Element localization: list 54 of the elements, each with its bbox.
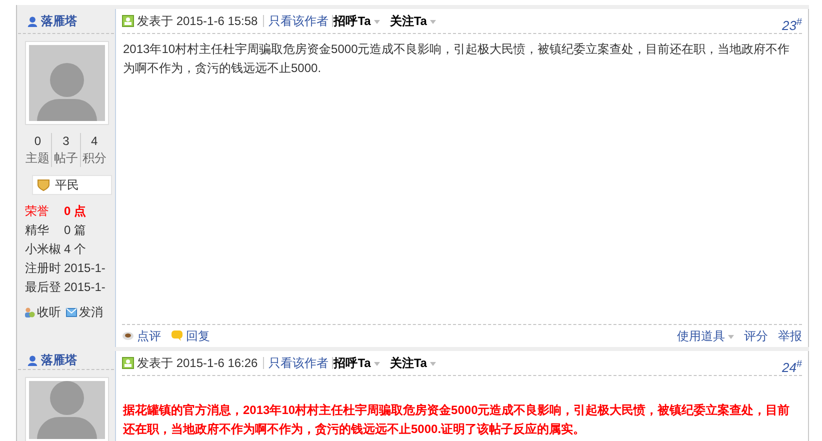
profile-field-label: 精华 xyxy=(25,222,50,239)
post-status-icon xyxy=(122,357,134,369)
follow-link[interactable]: 关注Ta xyxy=(390,354,436,372)
speech-bubble-icon xyxy=(171,330,183,341)
stat-label[interactable]: 主题 xyxy=(26,150,50,167)
tools-link[interactable]: 使用道具 xyxy=(677,326,734,344)
profile-field-label: 最后登 xyxy=(25,279,61,296)
profile-field-value: 2015-1- xyxy=(64,260,106,277)
caret-icon xyxy=(374,20,380,24)
stat-label[interactable]: 帖子 xyxy=(54,150,78,167)
stat-value[interactable]: 4 xyxy=(90,133,98,150)
profile-field-label: 注册时 xyxy=(25,260,61,277)
people-icon xyxy=(24,306,35,318)
floor-number[interactable]: 24$^{#}$ xyxy=(782,358,802,378)
caret-icon xyxy=(728,334,734,338)
profile-field-value: 2015-1- xyxy=(64,279,106,296)
floor-number[interactable]: 23$^{#}$ xyxy=(782,16,802,36)
rate-link[interactable]: 评分 xyxy=(744,326,768,344)
comment-link[interactable]: 点评 xyxy=(122,326,161,344)
caret-icon xyxy=(430,20,436,24)
greet-link[interactable]: 招呼Ta xyxy=(334,354,380,372)
caret-icon xyxy=(430,362,436,366)
profile-field-label: 小米椒 xyxy=(25,241,61,258)
user-icon xyxy=(27,354,38,366)
shield-icon xyxy=(37,179,50,191)
caret-icon xyxy=(374,362,380,366)
author-name[interactable]: 落雁塔 xyxy=(41,12,77,30)
author-name[interactable]: 落雁塔 xyxy=(41,351,77,369)
reply-link[interactable]: 回复 xyxy=(171,326,210,344)
profile-field-value: 4 个 xyxy=(64,241,86,258)
message-link[interactable]: 发消 xyxy=(66,303,103,321)
stat-label[interactable]: 积分 xyxy=(82,150,106,167)
stat-value[interactable]: 0 xyxy=(34,133,41,150)
user-icon xyxy=(27,16,38,26)
only-author-link[interactable]: 只看该作者 xyxy=(268,12,329,30)
only-author-link[interactable]: 只看该作者 xyxy=(268,354,329,372)
rank-label: 平民 xyxy=(55,177,79,194)
profile-field-label: 荣誉 xyxy=(25,203,50,220)
report-link[interactable]: 举报 xyxy=(778,326,802,344)
profile-field-value: 0 篇 xyxy=(64,222,86,239)
greet-link[interactable]: 招呼Ta xyxy=(334,12,380,30)
post-body: 2013年10村村主任杜宇周骗取危房资金5000元造成不良影响，引起极大民愤，被镇纪委立案查处，目前还在职，当地政府不作为啊不作为，贪污的钱远远不止5000. xyxy=(122,41,791,77)
floor-mark: # xyxy=(796,17,802,28)
profile-field-value: 0 点 xyxy=(64,203,86,220)
stat-value[interactable]: 3 xyxy=(62,133,70,150)
post-body: 据花罐镇的官方消息，2013年10村村主任杜宇周骗取危房资金5000元造成不良影响，引起极大民愤，被镇纪委立案查处，目前还在职，当地政府不作为啊不作为，贪污的钱远远不止5000.证明了该帖子反应的属实。 xyxy=(122,402,791,438)
post-time: 发表于 2015-1-6 15:58 xyxy=(137,13,258,30)
listen-link[interactable]: 收听 xyxy=(24,303,61,321)
follow-link[interactable]: 关注Ta xyxy=(390,12,436,30)
floor-mark: # xyxy=(796,359,802,370)
post-status-icon xyxy=(122,15,134,27)
cup-icon xyxy=(122,330,134,340)
envelope-icon xyxy=(66,308,77,316)
post-time: 发表于 2015-1-6 16:26 xyxy=(137,355,258,372)
